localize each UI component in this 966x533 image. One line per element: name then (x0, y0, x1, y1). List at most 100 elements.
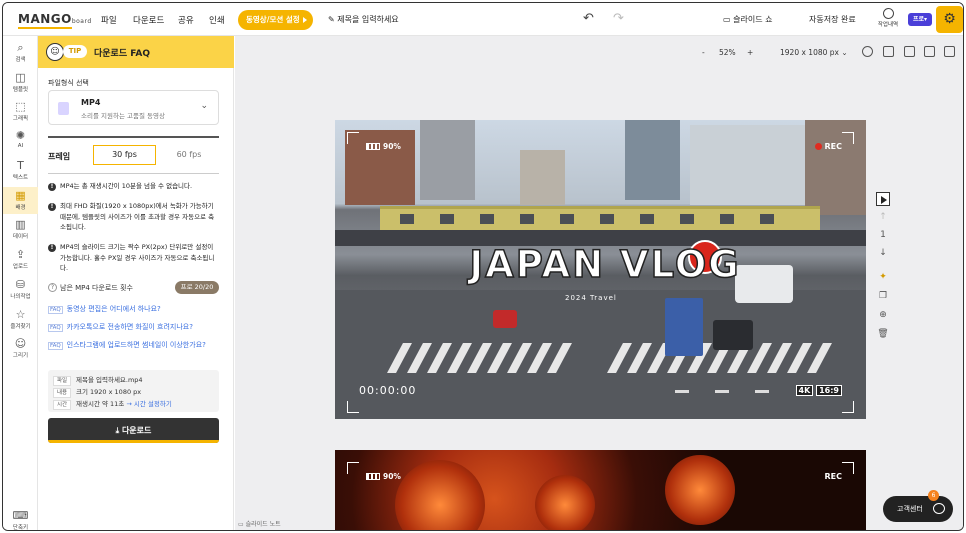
zoom-in-button[interactable]: + (747, 48, 753, 57)
sidebar-item-upload[interactable]: ⇪ 업로드 (3, 249, 38, 271)
pro-badge[interactable]: 프로▾ (908, 13, 932, 26)
faq-tag: FAQ (48, 324, 63, 332)
image-icon[interactable] (924, 46, 935, 57)
sidebar-item-search[interactable]: ⌕ 검색 (3, 41, 38, 64)
menu-share[interactable]: 공유 (178, 14, 194, 26)
info-key: 파일 (53, 376, 71, 386)
slide-title[interactable]: JAPAN VLOG (440, 242, 770, 287)
add-page-icon[interactable]: ⊕ (875, 310, 891, 320)
sidebar-item-shortcut[interactable]: ⌨ 단축키 (3, 510, 38, 531)
clock-icon (882, 8, 894, 19)
sidebar-item-template[interactable]: ◫ 템플릿 (3, 71, 38, 94)
slide-2[interactable]: 90% REC (335, 450, 866, 530)
redo-icon[interactable]: ↷ (613, 11, 624, 26)
lane-mark (715, 390, 729, 393)
train-window (600, 214, 614, 224)
zoom-out-button[interactable]: - (702, 48, 705, 57)
train-window (440, 214, 454, 224)
grid-icon[interactable] (883, 46, 894, 57)
format-select[interactable]: MP4 소리를 지원하는 고품질 동영상 ⌄ (48, 90, 219, 125)
app-window: MANGOboard 파일 다운로드 공유 인쇄 동영상/모션 설정 ✎ 제목을… (2, 2, 964, 531)
faq-link-1[interactable]: FAQ 동영상 편집은 어디에서 하나요? (48, 304, 161, 314)
info-bullet-icon: ! (48, 244, 56, 252)
sidebar-item-label: 텍스트 (12, 175, 29, 181)
panel-title: 다운로드 FAQ (94, 49, 150, 59)
video-motion-label: 동영상/모션 설정 (246, 15, 300, 24)
road (335, 290, 866, 419)
slideshow-button[interactable]: ▭ 슬라이드 쇼 (723, 14, 772, 25)
info-key: 시간 (53, 400, 71, 410)
template-icon: ◫ (15, 71, 26, 84)
info-value: 크기 1920 x 1080 px (76, 388, 142, 396)
info-bullet-icon: ! (48, 183, 56, 191)
history-button[interactable]: 작업내역 (873, 8, 903, 28)
sidebar-item-draw[interactable]: ☺ 그리기 (3, 338, 38, 360)
lantern (395, 460, 485, 530)
sidebar-item-graphic[interactable]: ⬚ 그래픽 (3, 101, 38, 123)
info-value: 제목을 입력하세요.mp4 (76, 376, 143, 384)
chart-icon: ▥ (15, 218, 26, 231)
faq-link-3[interactable]: FAQ 인스타그램에 업로드하면 썸네일이 이상한가요? (48, 340, 206, 350)
play-icon (881, 196, 887, 204)
remaining-count-badge: 프로 20/20 (175, 281, 219, 294)
time-setting-link[interactable]: → 시간 설정하기 (126, 400, 171, 408)
customer-center-button[interactable]: 고객센터 6 (883, 490, 953, 522)
faq-text: 인스타그램에 업로드하면 썸네일이 이상한가요? (66, 341, 206, 349)
sidebar-item-label: 배경 (15, 205, 26, 211)
sidebar-item-favorite[interactable]: ☆ 즐겨찾기 (3, 309, 38, 331)
title-input[interactable]: ✎ 제목을 입력하세요 (328, 14, 399, 25)
canvas-size-select[interactable]: 1920 x 1080 px ⌄ (780, 48, 848, 57)
gear-icon[interactable]: ⚙ (936, 6, 963, 33)
faq-link-2[interactable]: FAQ 카카오톡으로 전송하면 화질이 흐려지나요? (48, 322, 193, 332)
sidebar-item-ai[interactable]: ✺ AI (3, 130, 38, 150)
menu-download[interactable]: 다운로드 (133, 14, 164, 26)
zoom-level[interactable]: 52% (719, 48, 736, 57)
chat-icon (933, 503, 945, 514)
pro-label: 프로 (912, 16, 925, 23)
battery-indicator: 90% (366, 142, 401, 151)
res-badge: 4K (795, 385, 814, 396)
lane-mark (675, 390, 689, 393)
move-up-icon[interactable]: ↑ (875, 212, 891, 222)
sidebar-item-data[interactable]: ▥ 데이터 (3, 218, 38, 241)
frame-corner (842, 401, 854, 413)
logo-underline (18, 27, 72, 29)
canvas-area: - 52% + 1920 x 1080 px ⌄ JAPAN VLOG 2024… (235, 36, 963, 530)
faq-text: 동영상 편집은 어디에서 하나요? (66, 305, 161, 313)
search-icon: ⌕ (17, 41, 24, 54)
slide-1[interactable]: JAPAN VLOG 2024 Travel 90% REC 00:00:00 … (335, 120, 866, 419)
faq-text: 카카오톡으로 전송하면 화질이 흐려지나요? (66, 323, 193, 331)
frame-corner (842, 462, 854, 474)
duplicate-icon[interactable]: ❐ (875, 291, 891, 301)
video-motion-button[interactable]: 동영상/모션 설정 (238, 10, 313, 30)
remaining-label: 남은 MP4 다운로드 횟수 (60, 284, 133, 292)
download-label: 다운로드 (121, 426, 152, 435)
trash-icon[interactable]: 🗑 (875, 329, 891, 339)
fps-30-option[interactable]: 30 fps (93, 145, 156, 165)
train-window (760, 214, 774, 224)
crop-icon[interactable] (904, 46, 915, 57)
sidebar-item-text[interactable]: T 텍스트 (3, 160, 38, 182)
play-button[interactable] (876, 192, 890, 206)
support-label: 고객센터 (897, 505, 923, 513)
rec-indicator: REC (825, 472, 843, 481)
sidebar-item-label: AI (17, 143, 24, 149)
train-window (480, 214, 494, 224)
fps-60-option[interactable]: 60 fps (163, 145, 215, 165)
logo[interactable]: MANGOboard (18, 12, 92, 26)
battery-text: 90% (383, 142, 401, 151)
slide-notes-button[interactable]: ▭ 슬라이드 노트 (238, 519, 281, 528)
pages-grid-icon[interactable] (944, 46, 955, 57)
sidebar-item-background[interactable]: ▦ 배경 (3, 187, 38, 214)
undo-icon[interactable]: ↶ (583, 11, 594, 26)
download-button[interactable]: ⤓ 다운로드 (48, 418, 219, 443)
menu-file[interactable]: 파일 (101, 14, 117, 26)
menu-print[interactable]: 인쇄 (209, 14, 225, 26)
format-desc: 소리를 지원하는 고품질 동영상 (81, 112, 165, 120)
move-down-icon[interactable]: ↓ (875, 248, 891, 258)
sidebar-item-mywork[interactable]: ⛁ 나의작업 (3, 279, 38, 301)
video-file-icon (58, 102, 69, 115)
magic-wand-icon[interactable]: ✦ (875, 272, 891, 282)
slide-subtitle[interactable]: 2024 Travel (565, 294, 617, 302)
layers-icon[interactable] (862, 46, 873, 57)
